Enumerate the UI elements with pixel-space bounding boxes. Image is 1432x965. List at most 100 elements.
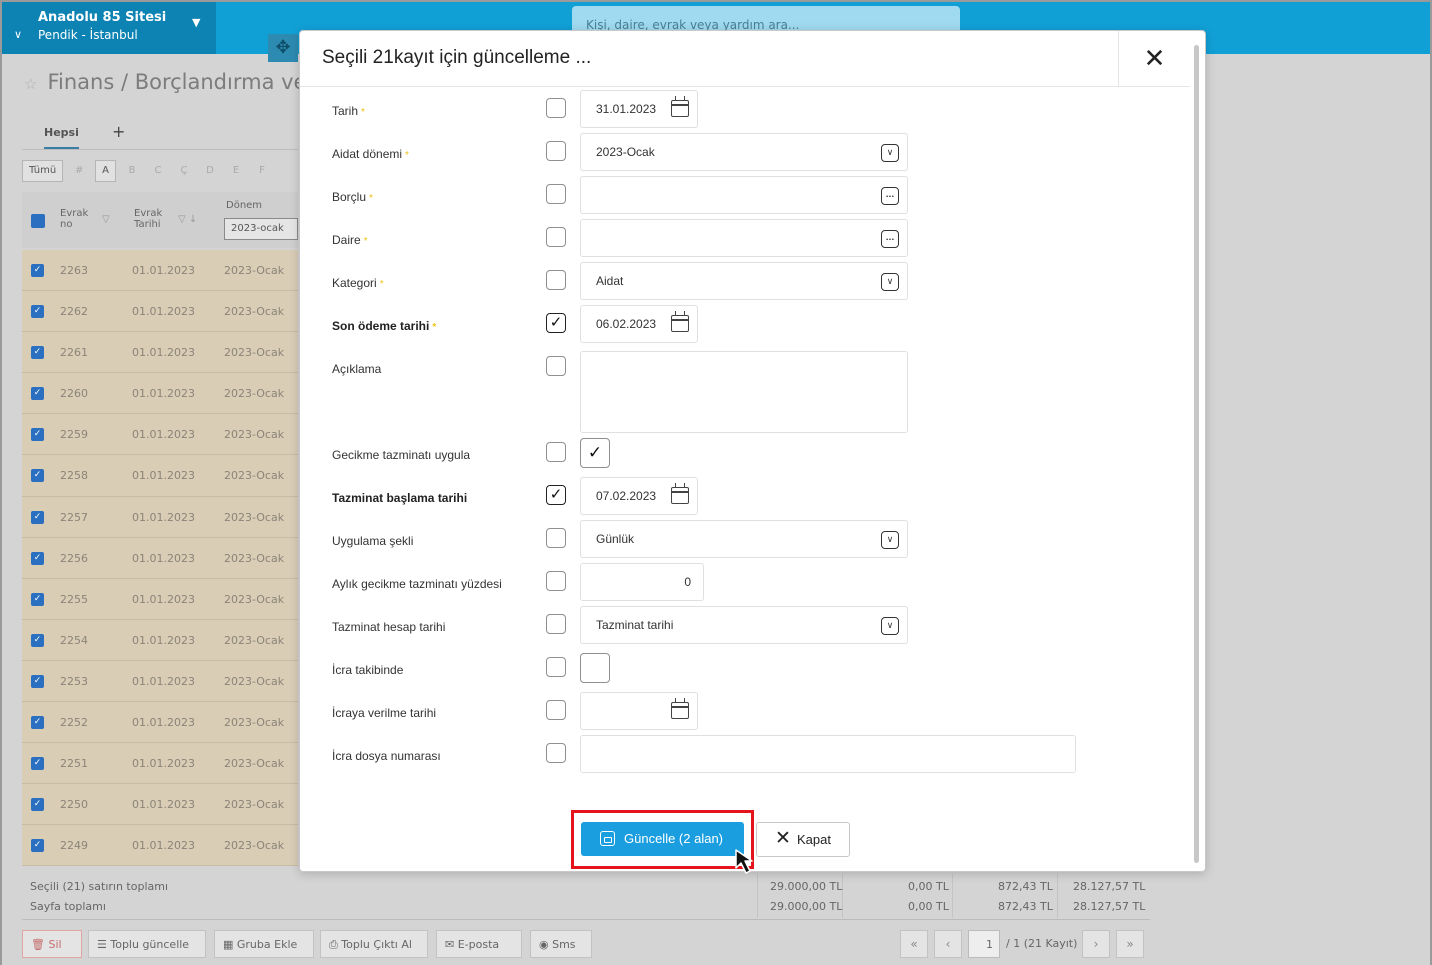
table-row[interactable]: ✓ 2258 01.01.2023 2023-Ocak <box>22 455 298 497</box>
more-icon[interactable]: … <box>881 187 899 205</box>
table-row[interactable]: ✓ 2249 01.01.2023 2023-Ocak <box>22 825 298 867</box>
kategori-enable-checkbox[interactable] <box>546 270 566 290</box>
table-row[interactable]: ✓ 2253 01.01.2023 2023-Ocak <box>22 660 298 703</box>
filter-icon[interactable]: ▽ <box>102 214 110 225</box>
aciklama-textarea[interactable] <box>580 351 908 433</box>
row-checkbox[interactable]: ✓ <box>31 387 44 401</box>
table-row[interactable]: ✓ 2259 01.01.2023 2023-Ocak <box>22 414 298 456</box>
icra-dosya-enable-checkbox[interactable] <box>546 743 566 763</box>
uygulama-sekli-select[interactable]: Günlük ∨ <box>580 520 908 558</box>
column-evrak-no[interactable]: Evrak no <box>60 208 100 230</box>
page-number-input[interactable]: 1 <box>968 930 1000 958</box>
row-checkbox[interactable]: ✓ <box>31 757 44 771</box>
hesap-tarihi-enable-checkbox[interactable] <box>546 614 566 634</box>
table-row[interactable]: ✓ 2261 01.01.2023 2023-Ocak <box>22 332 298 374</box>
tazminat-baslama-input[interactable]: 07.02.2023 <box>580 477 698 515</box>
bulk-print-button[interactable]: ⎙ Toplu Çıktı Al <box>320 930 428 958</box>
icra-dosya-input[interactable] <box>580 735 1076 773</box>
yuzde-input[interactable]: 0 <box>580 563 704 601</box>
add-group-button[interactable]: ▦ Gruba Ekle <box>214 930 314 958</box>
move-icon[interactable]: ✥ <box>268 34 298 62</box>
table-row[interactable]: ✓ 2256 01.01.2023 2023-Ocak <box>22 537 298 579</box>
letter-filter-item[interactable]: C <box>148 161 168 183</box>
aidat-donemi-enable-checkbox[interactable] <box>546 141 566 161</box>
gecikme-value-checkbox[interactable]: ✓ <box>580 438 610 468</box>
daire-lookup[interactable]: … <box>580 219 908 257</box>
icra-takibinde-enable-checkbox[interactable] <box>546 657 566 677</box>
daire-enable-checkbox[interactable] <box>546 227 566 247</box>
table-row[interactable]: ✓ 2251 01.01.2023 2023-Ocak <box>22 743 298 785</box>
letter-filter-all[interactable]: Tümü <box>22 160 64 182</box>
letter-filter-item[interactable]: A <box>95 160 116 182</box>
hesap-tarihi-select[interactable]: Tazminat tarihi ∨ <box>580 606 908 644</box>
period-filter-input[interactable]: 2023-ocak <box>224 218 298 240</box>
site-selector[interactable]: Anadolu 85 Sitesi ∨ Pendik - İstanbul ▼ <box>2 2 216 54</box>
row-checkbox[interactable]: ✓ <box>31 592 44 606</box>
row-checkbox[interactable]: ✓ <box>31 469 44 483</box>
calendar-icon[interactable] <box>671 483 689 504</box>
chevron-down-icon[interactable]: ∨ <box>881 144 899 162</box>
icraya-verilme-input[interactable] <box>580 692 698 730</box>
scrollbar[interactable] <box>1194 45 1199 863</box>
row-checkbox[interactable]: ✓ <box>31 839 44 853</box>
kategori-select[interactable]: Aidat ∨ <box>580 262 908 300</box>
calendar-icon[interactable] <box>671 311 689 332</box>
delete-button[interactable]: 🗑 Sil <box>22 930 82 958</box>
icraya-verilme-enable-checkbox[interactable] <box>546 700 566 720</box>
row-checkbox[interactable]: ✓ <box>31 674 44 688</box>
select-all-checkbox[interactable] <box>31 214 45 228</box>
table-row[interactable]: ✓ 2262 01.01.2023 2023-Ocak <box>22 291 298 333</box>
letter-filter-item[interactable]: # <box>69 161 89 183</box>
next-page-icon[interactable]: › <box>1082 930 1110 958</box>
calendar-icon[interactable] <box>671 96 689 117</box>
tab-all[interactable]: Hepsi <box>44 126 79 149</box>
star-icon[interactable]: ☆ <box>24 75 37 93</box>
row-checkbox[interactable]: ✓ <box>31 346 44 360</box>
son-odeme-enable-checkbox[interactable]: ✓ <box>546 313 566 333</box>
row-checkbox[interactable]: ✓ <box>31 551 44 565</box>
letter-filter-item[interactable]: E <box>226 161 246 183</box>
gecikme-enable-checkbox[interactable] <box>546 442 566 462</box>
tazminat-baslama-enable-checkbox[interactable]: ✓ <box>546 485 566 505</box>
last-page-icon[interactable]: » <box>1116 930 1144 958</box>
borclu-lookup[interactable]: … <box>580 176 908 214</box>
sms-button[interactable]: ◉ Sms <box>530 930 592 958</box>
row-checkbox[interactable]: ✓ <box>31 428 44 442</box>
row-checkbox[interactable]: ✓ <box>31 798 44 812</box>
aciklama-enable-checkbox[interactable] <box>546 356 566 376</box>
table-row[interactable]: ✓ 2254 01.01.2023 2023-Ocak <box>22 619 298 661</box>
table-row[interactable]: ✓ 2252 01.01.2023 2023-Ocak <box>22 702 298 744</box>
close-button[interactable]: ✕ Kapat <box>756 822 850 857</box>
column-evrak-tarihi[interactable]: Evrak Tarihi <box>134 208 174 230</box>
tarih-enable-checkbox[interactable] <box>546 98 566 118</box>
table-row[interactable]: ✓ 2257 01.01.2023 2023-Ocak <box>22 496 298 538</box>
prev-page-icon[interactable]: ‹ <box>934 930 962 958</box>
table-row[interactable]: ✓ 2263 01.01.2023 2023-Ocak <box>22 250 298 292</box>
row-checkbox[interactable]: ✓ <box>31 264 44 277</box>
letter-filter-item[interactable]: B <box>122 161 142 183</box>
uygulama-sekli-enable-checkbox[interactable] <box>546 528 566 548</box>
row-checkbox[interactable]: ✓ <box>31 510 44 524</box>
letter-filter-item[interactable]: D <box>200 161 220 183</box>
son-odeme-input[interactable]: 06.02.2023 <box>580 305 698 343</box>
chevron-down-icon[interactable]: ∨ <box>881 617 899 635</box>
bulk-update-button[interactable]: ☰ Toplu güncelle <box>88 930 206 958</box>
calendar-icon[interactable] <box>671 698 689 719</box>
column-donem[interactable]: Dönem <box>226 200 262 211</box>
update-button[interactable]: Güncelle (2 alan) <box>581 822 744 856</box>
letter-filter-item[interactable]: Ç <box>174 161 194 183</box>
chevron-down-icon[interactable]: ∨ <box>881 273 899 291</box>
filter-sort-icon[interactable]: ▽ ↓ <box>178 214 197 225</box>
table-row[interactable]: ✓ 2260 01.01.2023 2023-Ocak <box>22 373 298 415</box>
tarih-input[interactable]: 31.01.2023 <box>580 90 698 128</box>
chevron-down-icon[interactable]: ∨ <box>881 531 899 549</box>
icra-takibinde-value-checkbox[interactable] <box>580 653 610 683</box>
row-checkbox[interactable]: ✓ <box>31 633 44 647</box>
email-button[interactable]: ✉ E-posta <box>436 930 522 958</box>
yuzde-enable-checkbox[interactable] <box>546 571 566 591</box>
more-icon[interactable]: … <box>881 230 899 248</box>
close-icon[interactable]: ✕ <box>1118 31 1190 87</box>
first-page-icon[interactable]: « <box>900 930 928 958</box>
row-checkbox[interactable]: ✓ <box>31 305 44 319</box>
letter-filter-item[interactable]: F <box>252 161 272 183</box>
